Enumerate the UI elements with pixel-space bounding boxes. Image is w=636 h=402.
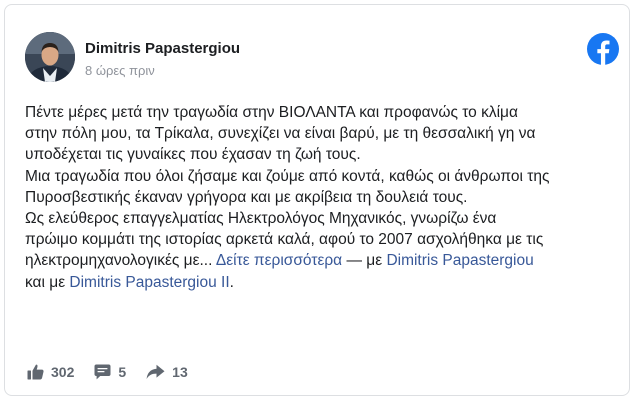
tag-end: . — [229, 273, 234, 291]
like-count: 302 — [51, 364, 75, 380]
post-text-line: Πέντε μέρες μετά την τραγωδία στην ΒΙΟΛΑ… — [25, 104, 518, 121]
facebook-logo-icon[interactable] — [587, 33, 619, 65]
truncated-text: ηλεκτρομηχανολογικές με... — [25, 252, 213, 270]
post-text-line: στην πόλη μου, τα Τρίκαλα, συνεχίζει να … — [25, 125, 536, 143]
thumbs-up-icon — [27, 364, 44, 380]
tagged-user-link[interactable]: Dimitris Papastergiou — [386, 252, 533, 269]
post-card: Dimitris Papastergiou 8 ώρες πριν Πέντε … — [4, 4, 630, 396]
post-actions: 302 5 13 — [27, 361, 208, 383]
see-more-link[interactable]: Δείτε περισσότερα — [216, 252, 342, 269]
author-avatar[interactable] — [25, 32, 75, 82]
like-button[interactable]: 302 — [27, 364, 74, 380]
post-text-line: πρώιμο κομμάτι της ιστορίας αρκετά καλά,… — [25, 231, 544, 249]
author-name-link[interactable]: Dimitris Papastergiou — [85, 40, 240, 57]
comment-count: 5 — [118, 364, 127, 380]
post-text-line: ηλεκτρομηχανολογικές με... Δείτε περισσό… — [25, 250, 625, 271]
post-timestamp[interactable]: 8 ώρες πριν — [85, 63, 155, 78]
post-text-line: Μια τραγωδία που όλοι ζήσαμε και ζούμε α… — [25, 167, 550, 185]
share-count: 13 — [172, 364, 188, 380]
and-with-text: και με — [25, 273, 70, 291]
avatar-photo — [25, 32, 75, 82]
share-icon — [146, 364, 165, 379]
tag-separator: — με — [346, 252, 387, 270]
post-text-line: Ως ελεύθερος επαγγελματίας Ηλεκτρολόγος … — [25, 210, 497, 228]
post-text-line: και με Dimitris Papastergiou II. — [25, 272, 625, 293]
tagged-user-link-2[interactable]: Dimitris Papastergiou II — [69, 274, 229, 291]
post-text-line: υποδέχεται τις γυναίκες που έχασαν τη ζω… — [25, 146, 361, 164]
post-text-line: Πυροσβεστικής έκαναν γρήγορα και με ακρί… — [25, 188, 468, 206]
comment-icon — [94, 364, 111, 380]
share-button[interactable]: 13 — [146, 364, 188, 380]
post-text: Πέντε μέρες μετά την τραγωδία στην ΒΙΟΛΑ… — [25, 102, 625, 293]
comment-button[interactable]: 5 — [94, 364, 126, 380]
